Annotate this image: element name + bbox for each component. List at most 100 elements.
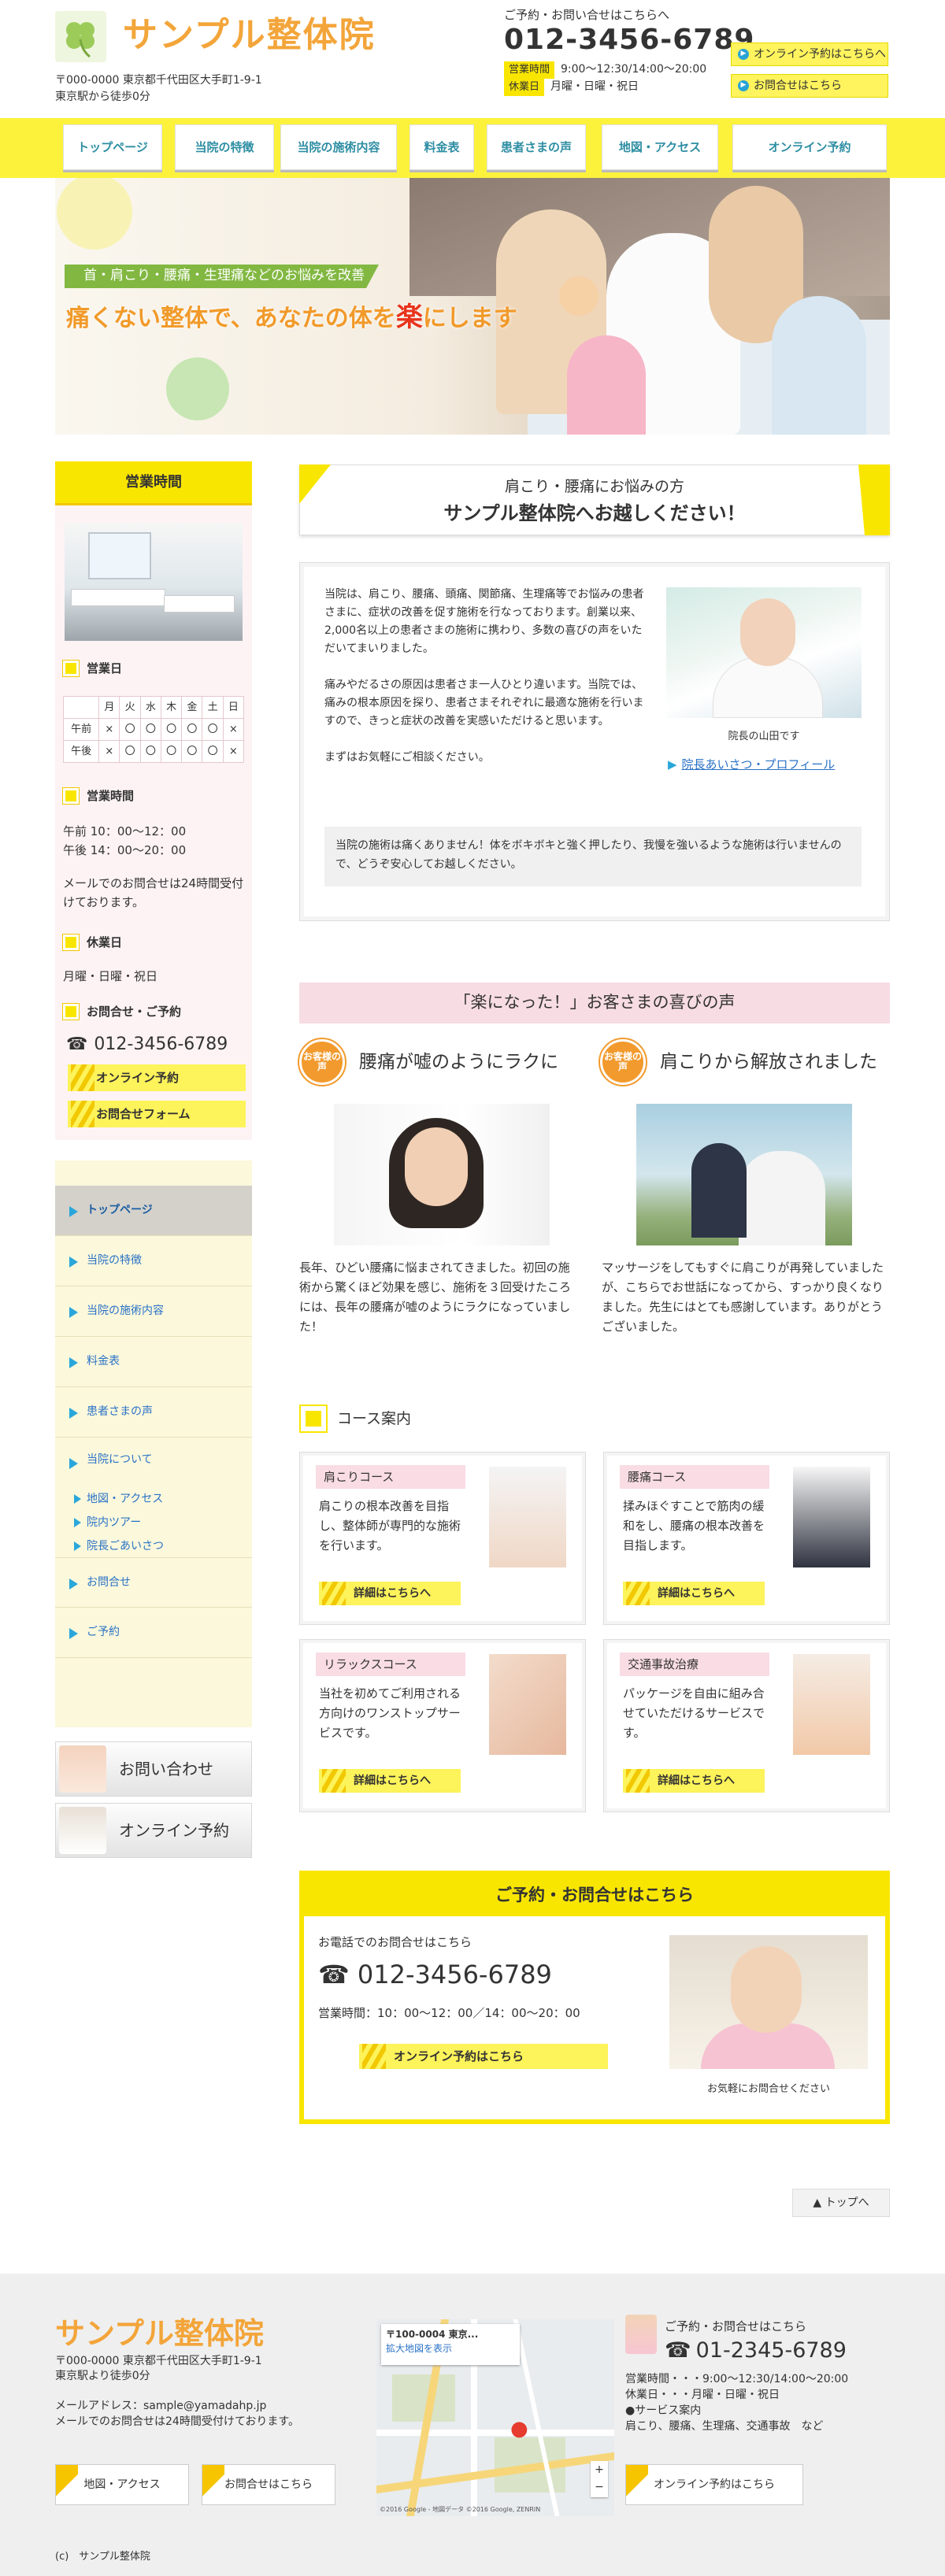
nav-price[interactable]: 料金表 (410, 124, 474, 170)
hours-pm: 午後 14：00〜20：00 (63, 843, 187, 857)
course-detail-button[interactable]: 詳細はこちらへ (623, 1582, 765, 1605)
header-contact-button[interactable]: ▶ お問合せはこちら (731, 74, 888, 98)
map-zoom-controls[interactable]: + − (591, 2461, 608, 2497)
nav-online[interactable]: オンライン予約 (732, 124, 887, 170)
footer-service-heading: ●サービス案内 (625, 2404, 702, 2417)
sidebar-item-label: 患者さまの声 (87, 1405, 153, 1418)
sidebar-item-reservation[interactable]: ご予約 (55, 1608, 252, 1658)
voice-title: 肩こりから解放されました (660, 1051, 877, 1072)
course-card[interactable]: リラックスコース 当社を初めてご利用される方向けのワンストップサービスです。 詳… (299, 1639, 586, 1812)
footer-site-name[interactable]: サンプル整体院 (55, 2311, 264, 2356)
course-heading: コース案内 (299, 1405, 411, 1433)
hero-banner: 首・肩こり・腰痛・生理痛などのお悩みを改善 痛くない整体で、あなたの体を楽にしま… (55, 178, 890, 435)
sidebar-online-banner[interactable]: オンライン予約 (55, 1803, 252, 1858)
nav-voices[interactable]: 患者さまの声 (487, 124, 586, 170)
triangle-right-icon (69, 1579, 78, 1590)
access-line: 東京駅から徒歩0分 (55, 91, 150, 103)
square-bullet-icon (62, 934, 80, 952)
course-tag: 交通事故治療 (620, 1653, 769, 1676)
section-label: お問合せ・ご予約 (87, 1005, 182, 1019)
sidebar-subitem-tour[interactable]: 院内ツアー (73, 1515, 141, 1531)
course-card[interactable]: 腰痛コース 揉みほぐすことで筋肉の緩和をし、腰痛の根本改善を目指します。 詳細は… (603, 1452, 890, 1625)
triangle-right-icon (69, 1357, 78, 1368)
sidebar-item-voices[interactable]: 患者さまの声 (55, 1387, 252, 1438)
hours-tag: 営業時間 (504, 61, 555, 79)
course-detail-button[interactable]: 詳細はこちらへ (319, 1769, 461, 1793)
schedule-cell: 〇 (160, 740, 183, 763)
chevron-decoration-icon (626, 1582, 650, 1605)
nav-access[interactable]: 地図・アクセス (602, 124, 718, 170)
sidebar-subitem-access[interactable]: 地図・アクセス (73, 1491, 163, 1508)
nav-top[interactable]: トップページ (63, 124, 162, 170)
course-card[interactable]: 交通事故治療 パッケージを自由に組み合せていただけるサービスです。 詳細はこちら… (603, 1639, 890, 1812)
map-credit: ©2016 Google - 地図データ ©2016 Google, ZENRI… (380, 2506, 541, 2513)
footer-access-line: 東京駅より徒歩0分 (55, 2370, 150, 2382)
director-profile-link[interactable]: ▶ 院長あいさつ・プロフィール (668, 756, 835, 774)
map-enlarge-link[interactable]: 拡大地図を表示 (386, 2341, 515, 2356)
voice-badge: お客様の声 (298, 1038, 346, 1086)
schedule-header-row: 月 火 水 木 金 土 日 (62, 696, 245, 719)
sidebar-item-price[interactable]: 料金表 (55, 1337, 252, 1387)
schedule-cell (62, 696, 100, 719)
closed-row: 休業日 月曜・日曜・祝日 (504, 79, 639, 96)
hero-copy-post: にします (422, 305, 517, 332)
director-link-text[interactable]: 院長あいさつ・プロフィール (682, 756, 836, 774)
header-online-label: オンライン予約はこちらへ (754, 47, 886, 61)
clinic-room-bed (71, 589, 165, 606)
header-phone[interactable]: 012-3456-6789 (504, 24, 754, 57)
reservation-heading: ご予約・お問合せはこちら (304, 1875, 885, 1916)
phone-icon: ☎ (665, 2338, 691, 2363)
reservation-online-button[interactable]: オンライン予約はこちら (359, 2044, 608, 2069)
nav-treatment[interactable]: 当院の施術内容 (280, 124, 397, 170)
director-photo-face (740, 598, 795, 666)
banner-label: お問い合わせ (119, 1760, 213, 1778)
schedule-cell: × (222, 740, 245, 763)
footer-online-button[interactable]: オンライン予約はこちら (625, 2464, 803, 2506)
schedule-cell: 午後 (62, 740, 100, 763)
schedule-row: 午前 × 〇 〇 〇 〇 〇 × (62, 718, 245, 741)
button-label: お問合せフォーム (96, 1106, 191, 1121)
site-title[interactable]: サンプル整体院 (123, 9, 376, 61)
sidebar-item-top[interactable]: トップページ (55, 1186, 252, 1236)
intro-paragraph: まずはお気軽にご相談ください。 (324, 751, 490, 764)
arrow-right-icon: ▶ (738, 49, 749, 60)
global-nav: トップページ 当院の特徴 当院の施術内容 料金表 患者さまの声 地図・アクセス … (0, 118, 945, 178)
header-online-button[interactable]: ▶ オンライン予約はこちらへ (731, 43, 888, 66)
button-label: 詳細はこちらへ (354, 1774, 431, 1787)
button-label: 詳細はこちらへ (658, 1774, 735, 1787)
hero-copy-pre: 痛くない整体で、あなたの体を (66, 305, 396, 332)
sidebar-item-contact[interactable]: お問合せ (55, 1557, 252, 1608)
photo-face (405, 1127, 468, 1206)
course-detail-button[interactable]: 詳細はこちらへ (623, 1769, 765, 1793)
section-label: 営業日 (87, 661, 123, 675)
footer-access-button[interactable]: 地図・アクセス (55, 2464, 189, 2506)
sidebar-item-label: 当院について (87, 1453, 153, 1466)
footer-phone[interactable]: ☎ 01-2345-6789 (665, 2335, 847, 2367)
course-card[interactable]: 肩こりコース 肩こりの根本改善を目指し、整体師が専門的な施術を行います。 詳細は… (299, 1452, 586, 1625)
schedule-table: 月 火 水 木 金 土 日 午前 × 〇 〇 〇 〇 〇 × 午後 × 〇 〇 … (62, 696, 245, 763)
schedule-cell: 水 (139, 696, 161, 719)
sidebar-contact-banner[interactable]: お問い合わせ (55, 1741, 252, 1797)
button-label: 詳細はこちらへ (354, 1586, 431, 1600)
reservation-phone[interactable]: ☎ 012-3456-6789 (318, 1956, 552, 1993)
sidebar-online-button[interactable]: オンライン予約 (68, 1064, 246, 1091)
footer-info: 営業時間・・・9:00〜12:30/14:00〜20:00 休業日・・・月曜・日… (625, 2371, 848, 2434)
button-label: オンライン予約 (96, 1070, 180, 1085)
sidebar-subitem-greeting[interactable]: 院長ごあいさつ (74, 1538, 164, 1555)
sidebar-hours-text: 午前 10：00〜12：00 午後 14：00〜20：00 (63, 822, 244, 860)
hero-person (772, 296, 866, 435)
sidebar-item-about[interactable]: 当院について (55, 1438, 252, 1482)
sidebar-form-button[interactable]: お問合せフォーム (68, 1101, 246, 1127)
footer-contact-button[interactable]: お問合せはこちら (202, 2464, 335, 2506)
sidebar-section-days: 営業日 (62, 660, 123, 678)
sidebar-item-treatment[interactable]: 当院の施術内容 (55, 1286, 252, 1337)
sidebar-phone[interactable]: ☎ 012-3456-6789 (66, 1031, 228, 1057)
footer-mail-note: メールでのお問合せは24時間受付けております。 (55, 2415, 299, 2428)
back-to-top-button[interactable]: ▲ トップへ (792, 2189, 890, 2217)
course-photo (489, 1654, 566, 1755)
course-detail-button[interactable]: 詳細はこちらへ (319, 1582, 461, 1605)
sidebar-section-contact: お問合せ・ご予約 (62, 1003, 182, 1021)
sidebar-closed-text: 月曜・日曜・祝日 (63, 969, 158, 983)
nav-features[interactable]: 当院の特徴 (175, 124, 274, 170)
sidebar-item-features[interactable]: 当院の特徴 (55, 1236, 252, 1286)
